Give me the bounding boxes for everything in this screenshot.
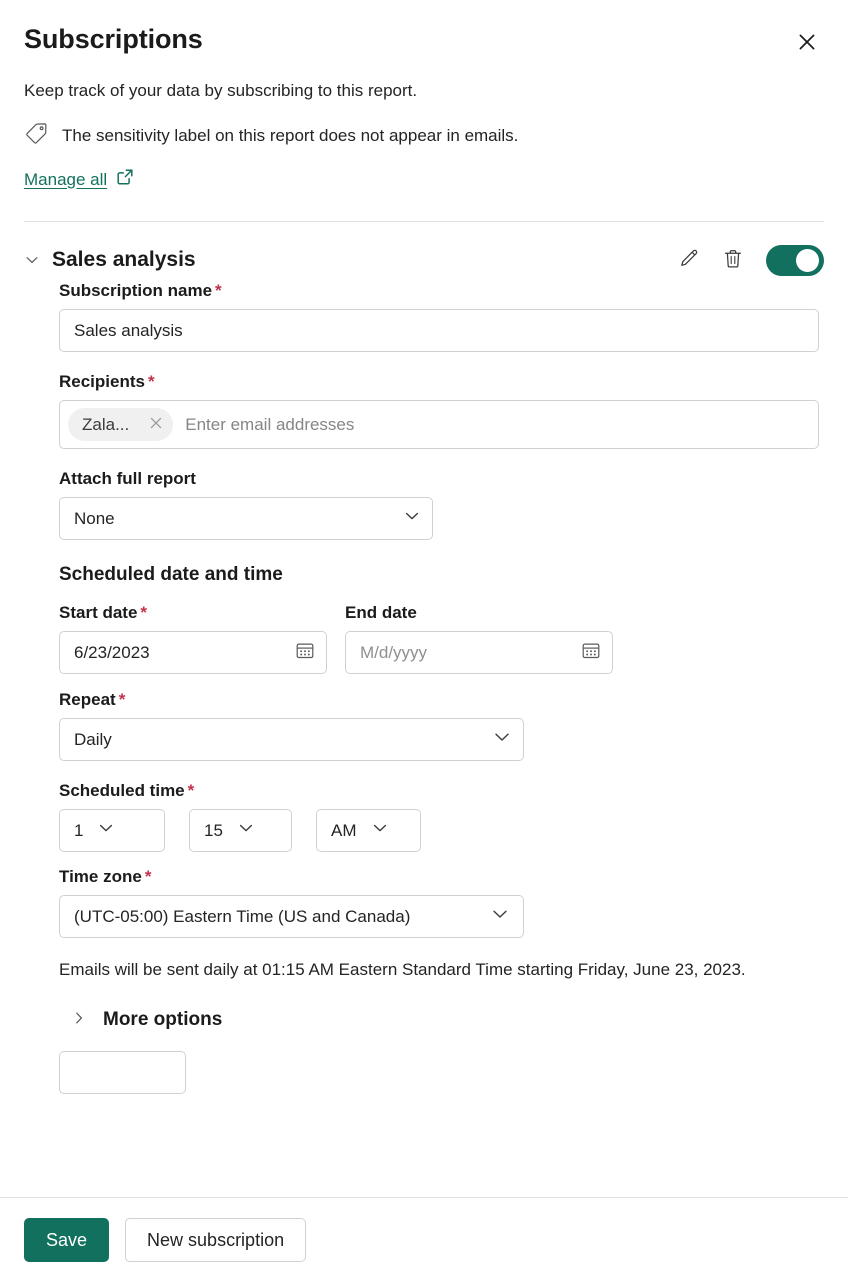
recipients-input-container[interactable]: Zala... [59,400,819,449]
subscription-name-label: Subscription name* [59,280,819,302]
timezone-value: (UTC-05:00) Eastern Time (US and Canada) [74,907,410,927]
manage-all-label: Manage all [24,169,107,191]
delete-subscription-button[interactable] [718,245,748,275]
more-options-toggle[interactable]: More options [71,1007,819,1033]
chevron-down-icon [371,819,389,842]
scheduled-time-meridiem-dropdown[interactable]: AM [316,809,421,852]
chevron-down-icon [490,904,510,929]
page-title: Subscriptions [24,22,203,56]
start-date-field-block: Start date* [59,602,327,674]
start-date-input[interactable] [59,631,327,674]
manage-all-link[interactable]: Manage all [24,167,135,192]
calendar-icon[interactable] [294,639,316,666]
panel-body: Sales analysis [0,222,848,1197]
panel-subtitle: Keep track of your data by subscribing t… [24,79,824,103]
end-date-field-block: End date [345,602,613,674]
timezone-field-block: Time zone* (UTC-05:00) Eastern Time (US … [59,866,819,938]
tag-icon [24,120,50,151]
chevron-down-icon [403,507,421,530]
panel-header: Subscriptions Keep track of your data by… [0,0,848,192]
recipients-email-input[interactable] [177,406,810,444]
partially-visible-control[interactable] [59,1051,186,1094]
close-icon [149,416,163,433]
attach-full-report-value: None [74,509,115,529]
toggle-knob [796,249,819,272]
subscription-name-field-block: Subscription name* [59,280,819,352]
timezone-label-text: Time zone [59,867,142,886]
required-marker: * [188,781,195,800]
start-date-label: Start date* [59,602,327,624]
scheduled-time-minute-dropdown[interactable]: 15 [189,809,292,852]
subscription-name-label-text: Subscription name [59,281,212,300]
scheduled-time-row: 1 15 AM [59,809,819,852]
edit-subscription-button[interactable] [674,245,704,275]
attach-full-report-dropdown[interactable]: None [59,497,433,540]
start-date-label-text: Start date [59,603,137,622]
title-row: Subscriptions [24,22,824,59]
sensitivity-note: The sensitivity label on this report doe… [62,124,518,148]
subscription-header-row: Sales analysis [24,240,824,280]
scheduled-time-minute-value: 15 [204,821,223,841]
scheduled-time-field-block: Scheduled time* 1 15 [59,780,819,852]
chevron-down-icon [237,819,255,842]
panel-footer: Save New subscription [0,1197,848,1282]
repeat-label: Repeat* [59,689,819,711]
timezone-label: Time zone* [59,866,819,888]
repeat-value: Daily [74,730,112,750]
end-date-label: End date [345,602,613,624]
close-icon [797,32,817,52]
attach-full-report-label: Attach full report [59,468,819,490]
chevron-right-icon [71,1010,87,1031]
recipients-label-text: Recipients [59,372,145,391]
required-marker: * [145,867,152,886]
attach-full-report-field-block: Attach full report None [59,468,819,540]
chevron-down-icon [492,727,512,752]
subscription-name-input[interactable] [59,309,819,352]
recipients-label: Recipients* [59,371,819,393]
required-marker: * [140,603,147,622]
required-marker: * [148,372,155,391]
recipient-chip[interactable]: Zala... [68,408,173,441]
new-subscription-button[interactable]: New subscription [125,1218,306,1262]
repeat-field-block: Repeat* Daily [59,689,819,761]
scheduled-time-label-text: Scheduled time [59,781,185,800]
subscription-actions [674,245,824,276]
external-link-icon [115,167,135,192]
sensitivity-label-row: The sensitivity label on this report doe… [24,120,824,151]
end-date-input[interactable] [345,631,613,674]
pencil-icon [678,248,700,273]
end-date-input-wrap [345,631,613,674]
chevron-down-icon [97,819,115,842]
subscription-form: Subscription name* Recipients* Zala... [24,280,824,1094]
subscription-enabled-toggle[interactable] [766,245,824,276]
timezone-dropdown[interactable]: (UTC-05:00) Eastern Time (US and Canada) [59,895,524,938]
recipients-field-block: Recipients* Zala... [59,371,819,449]
date-row: Start date* [59,602,819,674]
scheduled-time-hour-dropdown[interactable]: 1 [59,809,165,852]
close-panel-button[interactable] [790,25,824,59]
scheduled-date-time-heading: Scheduled date and time [59,562,819,588]
subscription-name-heading: Sales analysis [52,246,674,274]
start-date-input-wrap [59,631,327,674]
repeat-dropdown[interactable]: Daily [59,718,524,761]
schedule-info-text: Emails will be sent daily at 01:15 AM Ea… [59,956,819,983]
scheduled-time-meridiem-value: AM [331,821,357,841]
recipient-chip-label: Zala... [82,415,129,435]
repeat-label-text: Repeat [59,690,116,709]
collapse-chevron-down-icon[interactable] [24,252,52,268]
required-marker: * [119,690,126,709]
required-marker: * [215,281,222,300]
save-button[interactable]: Save [24,1218,109,1262]
more-options-label: More options [103,1007,222,1033]
trash-icon [722,248,744,273]
scheduled-time-hour-value: 1 [74,821,83,841]
scheduled-time-label: Scheduled time* [59,780,819,802]
recipient-chip-remove-button[interactable] [145,414,167,436]
calendar-icon[interactable] [580,639,602,666]
